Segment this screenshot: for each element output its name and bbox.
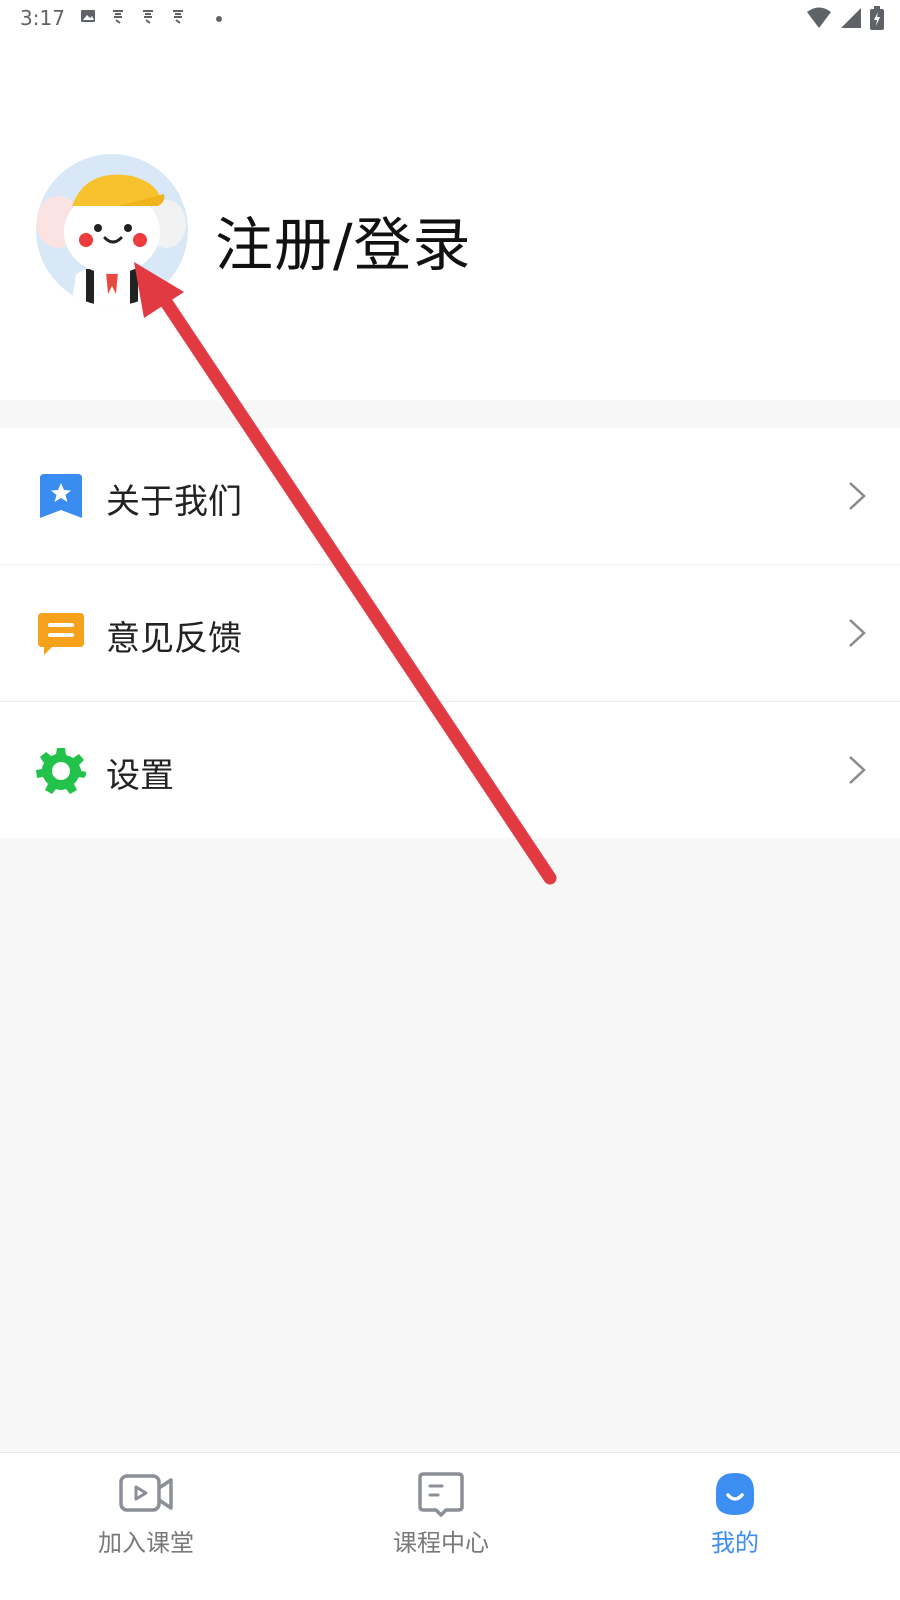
profile-header: 注册/登录 xyxy=(0,36,900,400)
login-register-link[interactable]: 注册/登录 xyxy=(215,198,472,282)
gear-icon xyxy=(36,748,86,794)
status-bar: 3:17 xyxy=(0,0,900,36)
cellular-signal-icon xyxy=(841,8,861,28)
menu-item-label: 关于我们 xyxy=(106,482,242,522)
user-icon xyxy=(716,1473,754,1515)
app-notification-icon xyxy=(143,10,153,24)
menu-item-label: 设置 xyxy=(106,756,174,796)
book-icon xyxy=(418,1472,464,1517)
chevron-right-icon xyxy=(849,482,866,510)
nav-label: 课程中心 xyxy=(393,1529,489,1557)
menu-item-feedback[interactable]: 意见反馈 xyxy=(0,565,900,702)
notification-icons xyxy=(80,8,186,24)
more-notifications-dot-icon xyxy=(216,16,222,22)
battery-charging-icon xyxy=(870,6,884,30)
tab-course-center[interactable]: 课程中心 xyxy=(341,1471,541,1558)
app-screen: 3:17 注册/登录 关于我们 意见反馈 设置 加入课堂 课程中心 我的 xyxy=(0,0,900,1600)
bottom-navigation: 加入课堂 课程中心 我的 xyxy=(0,1452,900,1600)
chevron-right-icon xyxy=(849,756,866,784)
tab-mine[interactable]: 我的 xyxy=(635,1471,835,1558)
menu-item-label: 意见反馈 xyxy=(106,619,242,659)
app-notification-icon xyxy=(173,10,183,24)
system-icons xyxy=(806,6,884,30)
image-notification-icon xyxy=(81,10,95,22)
chevron-right-icon xyxy=(849,619,866,647)
tab-join-class[interactable]: 加入课堂 xyxy=(46,1471,246,1558)
nav-label: 加入课堂 xyxy=(98,1529,194,1557)
settings-menu: 关于我们 意见反馈 设置 xyxy=(0,428,900,838)
menu-item-about-us[interactable]: 关于我们 xyxy=(0,428,900,565)
bookmark-star-icon xyxy=(40,474,82,518)
mouse-mascot-avatar-icon[interactable] xyxy=(36,154,188,306)
status-time: 3:17 xyxy=(20,6,65,30)
video-camera-icon xyxy=(119,1474,173,1512)
wifi-icon xyxy=(807,7,831,28)
app-notification-icon xyxy=(113,10,123,24)
chat-bubble-icon xyxy=(38,613,84,655)
nav-label: 我的 xyxy=(711,1529,759,1557)
menu-item-settings[interactable]: 设置 xyxy=(0,702,900,838)
